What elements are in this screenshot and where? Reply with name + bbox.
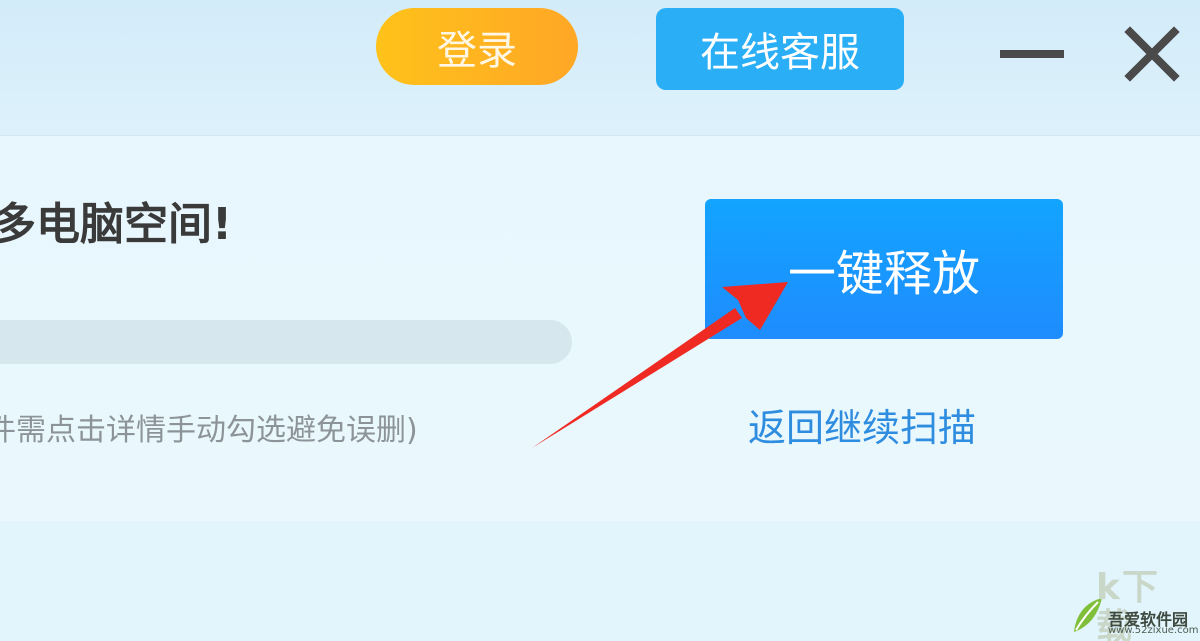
watermark-logo: k下载 吾爱软件园 www.52zixue.com	[1068, 568, 1199, 641]
minimize-icon[interactable]	[1000, 30, 1064, 70]
progress-bar	[0, 320, 572, 364]
continue-scan-link[interactable]: 返回继续扫描	[748, 400, 976, 456]
online-service-button[interactable]: 在线客服	[656, 8, 904, 90]
hint-text: 件需点击详情手动勾选避免误删)	[0, 413, 418, 448]
one-click-release-button[interactable]: 一键释放	[705, 199, 1063, 339]
watermark-url: www.52zixue.com	[1108, 625, 1199, 636]
page-title: 多电脑空间!	[0, 199, 233, 250]
login-button[interactable]: 登录	[376, 8, 578, 85]
close-icon[interactable]	[1122, 24, 1182, 84]
